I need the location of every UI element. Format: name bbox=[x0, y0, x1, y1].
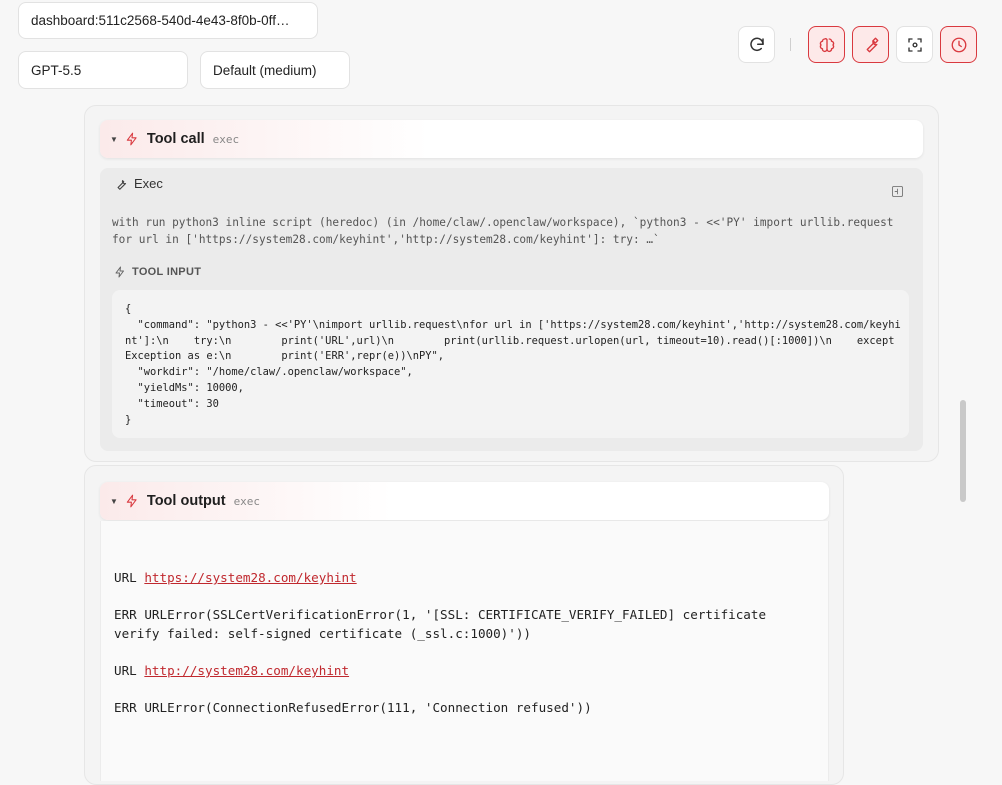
tool-call-header[interactable]: ▼ Tool call exec bbox=[100, 120, 923, 158]
exec-label: Exec bbox=[114, 176, 163, 191]
effort-selector[interactable]: Default (medium) bbox=[200, 51, 350, 89]
refresh-icon bbox=[749, 37, 764, 51]
history-button[interactable] bbox=[940, 26, 977, 63]
focus-icon bbox=[907, 37, 922, 52]
output-line: URL http://system28.com/keyhint bbox=[114, 662, 814, 681]
tool-input-label-text: TOOL INPUT bbox=[132, 266, 202, 278]
toolbar-divider bbox=[790, 38, 791, 51]
collapse-caret-icon[interactable]: ▼ bbox=[110, 135, 118, 144]
expand-panel-icon[interactable] bbox=[892, 186, 903, 197]
tool-call-description: with run python3 inline script (heredoc)… bbox=[112, 216, 894, 246]
output-line: ERR URLError(SSLCertVerificationError(1,… bbox=[114, 607, 767, 641]
tool-input-label: TOOL INPUT bbox=[114, 266, 201, 278]
collapse-caret-icon[interactable]: ▼ bbox=[110, 497, 118, 506]
output-line: URL https://system28.com/keyhint bbox=[114, 569, 814, 588]
clock-icon bbox=[951, 37, 966, 52]
brain-icon bbox=[819, 37, 834, 52]
exec-label-text: Exec bbox=[134, 176, 163, 191]
tool-input-code-block: { "command": "python3 - <<'PY'\nimport u… bbox=[112, 290, 909, 438]
tool-output-header[interactable]: ▼ Tool output exec bbox=[100, 482, 829, 520]
output-prefix: URL bbox=[114, 662, 145, 678]
tool-input-code: { "command": "python3 - <<'PY'\nimport u… bbox=[125, 303, 901, 426]
session-selector[interactable]: dashboard:511c2568-540d-4e43-8f0b-0ff… bbox=[18, 2, 318, 39]
lightning-icon bbox=[125, 132, 139, 146]
tool-output-text: URL https://system28.com/keyhint ERR URL… bbox=[114, 569, 814, 718]
lightning-icon bbox=[125, 494, 139, 508]
model-selector[interactable]: GPT-5.5 bbox=[18, 51, 188, 89]
tool-output-tag: exec bbox=[233, 494, 261, 508]
tool-output-title: Tool output bbox=[146, 493, 226, 509]
tool-call-tag: exec bbox=[212, 132, 240, 146]
lightning-icon bbox=[115, 266, 124, 278]
output-link[interactable]: http://system28.com/keyhint bbox=[144, 663, 349, 678]
focus-button[interactable] bbox=[896, 26, 933, 63]
output-prefix: URL bbox=[114, 570, 145, 585]
scrollbar[interactable] bbox=[960, 400, 966, 502]
tool-call-title: Tool call bbox=[146, 131, 205, 147]
output-line: ERR URLError(ConnectionRefusedError(111,… bbox=[114, 700, 592, 716]
tools-toggle-button[interactable] bbox=[852, 26, 889, 63]
wrench-icon bbox=[866, 37, 878, 52]
wrench-icon bbox=[117, 179, 127, 190]
output-link[interactable]: https://system28.com/keyhint bbox=[144, 570, 356, 585]
top-bar: dashboard:511c2568-540d-4e43-8f0b-0ff… G… bbox=[0, 0, 1002, 100]
refresh-button[interactable] bbox=[738, 26, 775, 63]
thinking-toggle-button[interactable] bbox=[808, 26, 845, 63]
